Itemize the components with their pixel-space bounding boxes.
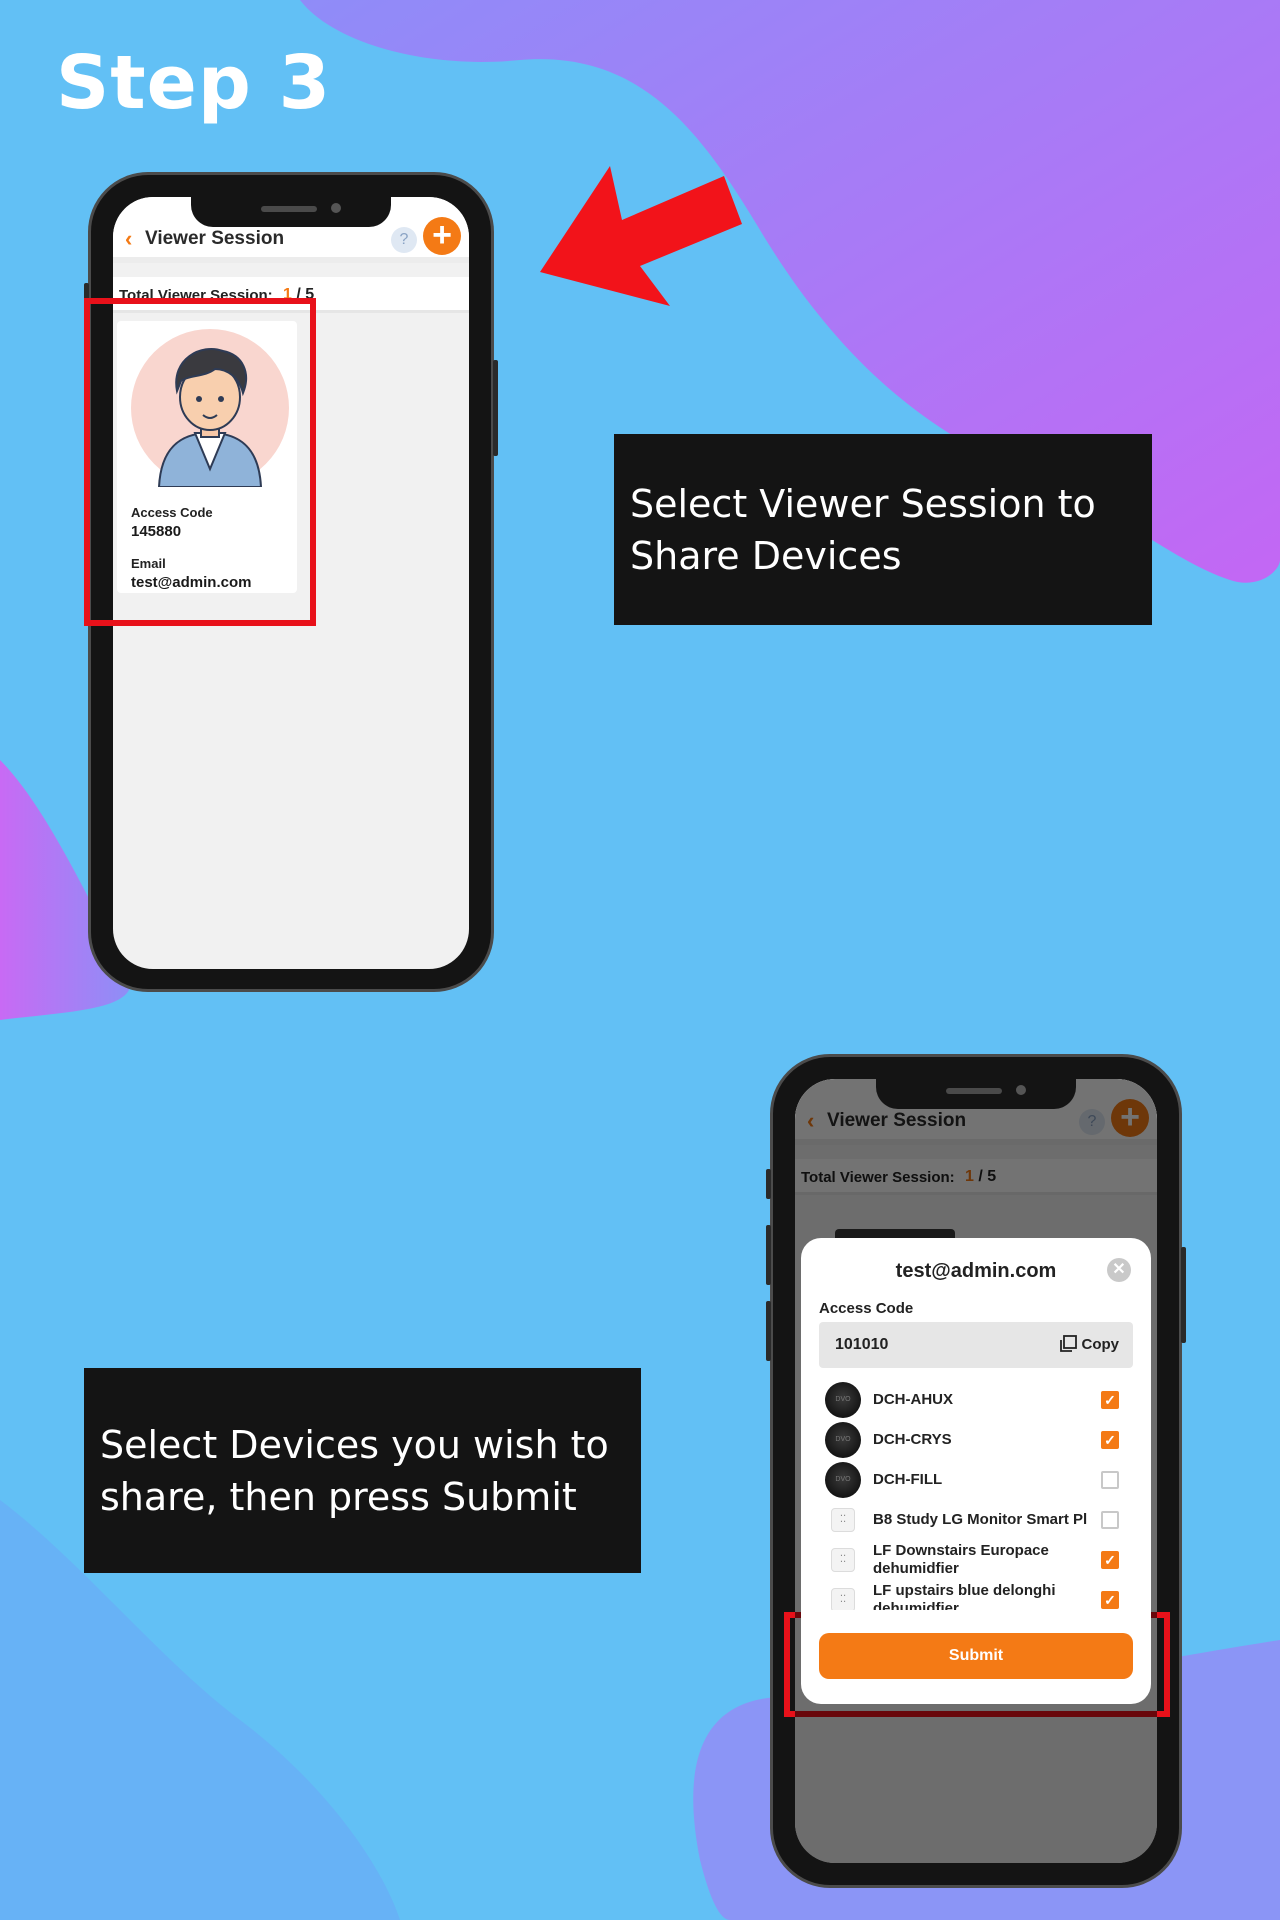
speaker — [946, 1088, 1002, 1094]
dch-device-icon: DVO — [825, 1462, 861, 1498]
phone-notch — [191, 197, 391, 227]
add-icon[interactable]: + — [423, 217, 461, 255]
device-list[interactable]: DVO DCH-AHUX ✓ DVO DCH-CRYS ✓ DVO DCH-FI… — [819, 1380, 1139, 1610]
device-checkbox[interactable] — [1101, 1471, 1119, 1489]
device-row[interactable]: DVO DCH-AHUX ✓ — [819, 1380, 1139, 1420]
caption-select-session: Select Viewer Session to Share Devices — [614, 434, 1152, 625]
phone-mockup-share-devices: ‹ Viewer Session ? + Total Viewer Sessio… — [766, 1054, 1186, 1888]
smart-plug-icon: ⁚⁚ — [831, 1588, 855, 1610]
modal-title: test@admin.com — [895, 1260, 1057, 1282]
dch-device-icon: DVO — [825, 1422, 861, 1458]
phone-side-button — [766, 1225, 771, 1285]
dch-device-icon: DVO — [825, 1382, 861, 1418]
help-icon[interactable]: ? — [391, 227, 417, 253]
copy-label: Copy — [1081, 1335, 1120, 1353]
phone-side-button — [766, 1301, 771, 1361]
speaker — [261, 206, 317, 212]
page-title: Viewer Session — [145, 228, 285, 249]
device-checkbox[interactable]: ✓ — [1101, 1431, 1119, 1449]
access-code-field: 101010 Copy — [819, 1322, 1133, 1368]
smart-plug-icon: ⁚⁚ — [831, 1508, 855, 1532]
device-checkbox[interactable] — [1101, 1511, 1119, 1529]
device-name: LF upstairs blue delonghi dehumidfier — [873, 1582, 1056, 1610]
access-code-value: 101010 — [835, 1336, 889, 1353]
arrow-pointer-icon — [540, 166, 742, 306]
close-icon[interactable]: ✕ — [1107, 1258, 1131, 1282]
access-code-label: Access Code — [819, 1300, 914, 1317]
phone-side-button — [1181, 1247, 1186, 1343]
caption-select-devices: Select Devices you wish to share, then p… — [84, 1368, 641, 1573]
device-name: LF Downstairs Europace dehumidfier — [873, 1542, 1049, 1577]
device-row[interactable]: ⁚⁚ LF upstairs blue delonghi dehumidfier… — [819, 1580, 1139, 1610]
device-checkbox[interactable]: ✓ — [1101, 1551, 1119, 1569]
step-title: Step 3 — [56, 40, 332, 126]
device-name: B8 Study LG Monitor Smart Pl — [873, 1511, 1088, 1528]
phone-notch — [876, 1079, 1076, 1109]
device-name: DCH-AHUX — [873, 1391, 953, 1408]
smart-plug-icon: ⁚⁚ — [831, 1548, 855, 1572]
device-row[interactable]: ⁚⁚ B8 Study LG Monitor Smart Pl — [819, 1500, 1139, 1540]
device-row[interactable]: DVO DCH-FILL — [819, 1460, 1139, 1500]
device-name: DCH-FILL — [873, 1471, 943, 1488]
phone-side-button — [766, 1169, 771, 1199]
copy-button[interactable]: Copy — [1058, 1334, 1120, 1354]
phone-screen: ‹ Viewer Session ? + Total Viewer Sessio… — [795, 1079, 1157, 1863]
submit-button[interactable]: Submit — [819, 1633, 1133, 1679]
device-checkbox[interactable]: ✓ — [1101, 1391, 1119, 1409]
copy-icon — [1059, 1335, 1077, 1352]
device-row[interactable]: DVO DCH-CRYS ✓ — [819, 1420, 1139, 1460]
camera — [331, 203, 341, 213]
phone-side-button — [493, 360, 498, 456]
device-checkbox[interactable]: ✓ — [1101, 1591, 1119, 1609]
share-devices-modal: test@admin.com ✕ Access Code 101010 Copy… — [801, 1238, 1151, 1704]
highlight-session-card — [84, 298, 316, 626]
camera — [1016, 1085, 1026, 1095]
device-name: DCH-CRYS — [873, 1431, 952, 1448]
device-row[interactable]: ⁚⁚ LF Downstairs Europace dehumidfier ✓ — [819, 1540, 1139, 1580]
chevron-left-icon[interactable]: ‹ — [125, 228, 141, 250]
